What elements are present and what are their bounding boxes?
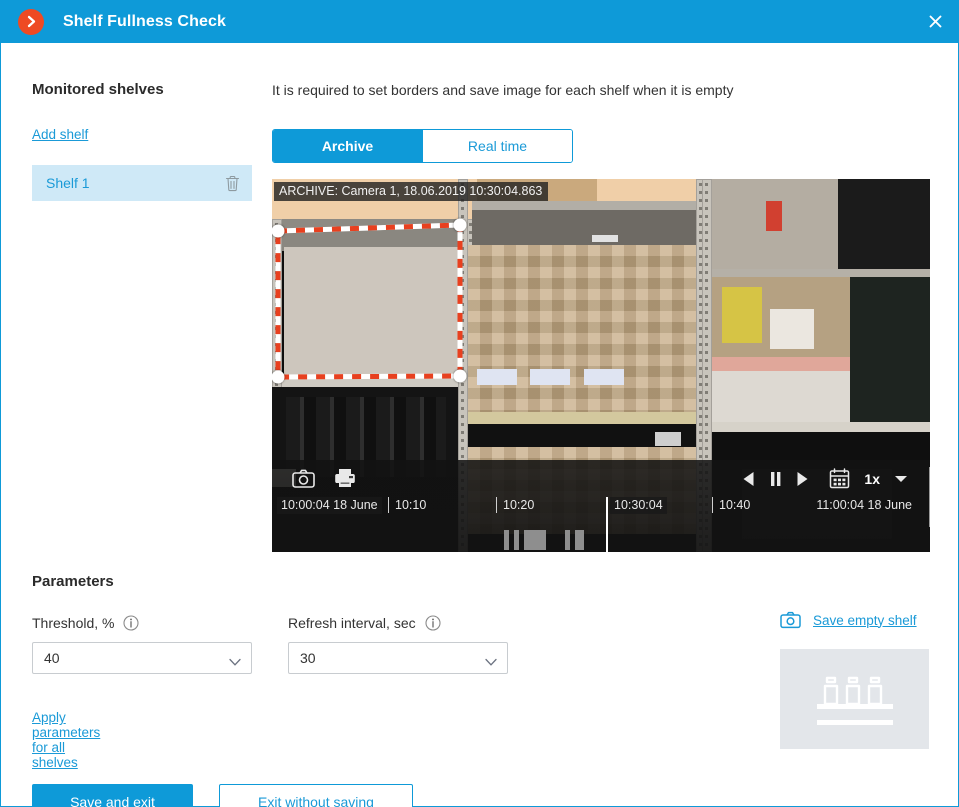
archive-timestamp-overlay: ARCHIVE: Camera 1, 18.06.2019 10:30:04.8…: [274, 182, 549, 201]
refresh-interval-value: 30: [300, 650, 316, 666]
save-and-exit-button[interactable]: Save and exit: [32, 784, 193, 807]
close-button[interactable]: [912, 0, 958, 43]
refresh-interval-label: Refresh interval, sec: [288, 615, 416, 631]
timeline-tick-label-2: 10:20: [503, 498, 535, 512]
save-empty-shelf-row: Save empty shelf: [780, 611, 917, 629]
timeline-segment: [565, 530, 570, 550]
timeline-segment: [575, 530, 584, 550]
threshold-select[interactable]: 40: [32, 642, 252, 674]
shelf-with-bottles-icon: [807, 666, 903, 733]
camera-icon[interactable]: [292, 469, 315, 488]
parameters-section: Parameters Threshold, % 40 Refresh inter…: [32, 573, 508, 770]
info-icon[interactable]: [425, 615, 441, 631]
parameters-title: Parameters: [32, 573, 114, 590]
timeline-segment: [514, 530, 519, 550]
refresh-interval-field: Refresh interval, sec 30: [288, 615, 508, 674]
timeline-tick: [496, 497, 497, 513]
instruction-text: It is required to set borders and save i…: [272, 82, 734, 98]
threshold-value: 40: [44, 650, 60, 666]
selection-handle-bottom-right[interactable]: [453, 369, 467, 383]
refresh-interval-select[interactable]: 30: [288, 642, 508, 674]
playback-speed-label[interactable]: 1x: [864, 471, 880, 487]
timeline-segment: [524, 530, 546, 550]
selection-handle-top-right[interactable]: [453, 218, 467, 232]
timeline-end-label: 11:00:04 18 June: [816, 498, 912, 512]
printer-icon[interactable]: [334, 468, 356, 488]
threshold-label: Threshold, %: [32, 615, 115, 631]
timeline-end-marker: [929, 467, 930, 527]
app-logo-icon: [18, 8, 44, 35]
add-shelf-link[interactable]: Add shelf: [32, 127, 88, 142]
tab-archive[interactable]: Archive: [273, 130, 422, 162]
calendar-icon[interactable]: [829, 468, 850, 489]
monitored-shelves-panel: Monitored shelves Add shelf Shelf 1: [32, 81, 252, 201]
timeline-tick-label-1: 10:10: [395, 498, 427, 512]
selection-handle-top-left[interactable]: [272, 224, 285, 238]
timeline-start-label: 10:00:04 18 June: [277, 497, 382, 514]
player-control-bar: 1x 10:00:04 18 June 10:10 10:20 10:40 11…: [272, 460, 930, 552]
source-tabs: Archive Real time: [272, 129, 573, 163]
step-forward-icon[interactable]: [796, 471, 809, 487]
window-title: Shelf Fullness Check: [63, 12, 226, 30]
player-right-controls: 1x: [742, 468, 908, 489]
timeline-tick-label-3: 10:40: [719, 498, 751, 512]
save-empty-shelf-link[interactable]: Save empty shelf: [813, 613, 917, 628]
dialog-footer: Save and exit Exit without saving: [32, 784, 413, 807]
timeline-tick: [712, 497, 713, 513]
threshold-field: Threshold, % 40: [32, 615, 252, 674]
timeline-segment: [504, 530, 509, 550]
apply-parameters-link[interactable]: Apply parameters for all shelves: [32, 710, 114, 770]
chevron-down-icon: [485, 654, 497, 670]
empty-shelf-preview: [780, 649, 929, 749]
title-bar: Shelf Fullness Check: [1, 0, 958, 43]
timeline-tick: [388, 497, 389, 513]
camera-icon[interactable]: [780, 611, 801, 629]
player-left-controls: [292, 468, 356, 488]
exit-without-saving-button[interactable]: Exit without saving: [219, 784, 413, 807]
timeline-playhead-label: 10:30:04: [610, 497, 667, 514]
info-icon[interactable]: [123, 615, 140, 631]
shelf-item-label: Shelf 1: [46, 175, 90, 191]
dialog-body: Monitored shelves Add shelf Shelf 1 It i…: [1, 43, 958, 807]
pause-icon[interactable]: [769, 471, 782, 487]
step-backward-icon[interactable]: [742, 471, 755, 487]
main-panel: It is required to set borders and save i…: [272, 81, 930, 552]
threshold-label-row: Threshold, %: [32, 615, 252, 631]
chevron-down-icon: [229, 654, 241, 670]
refresh-label-row: Refresh interval, sec: [288, 615, 508, 631]
archive-timeline[interactable]: 10:00:04 18 June 10:10 10:20 10:40 11:00…: [272, 467, 930, 552]
list-item-shelf-1[interactable]: Shelf 1: [32, 165, 252, 201]
timeline-playhead[interactable]: [606, 497, 608, 552]
video-preview[interactable]: ARCHIVE: Camera 1, 18.06.2019 10:30:04.8…: [272, 179, 930, 552]
tab-real-time[interactable]: Real time: [422, 130, 572, 162]
trash-icon[interactable]: [225, 175, 240, 192]
monitored-shelves-title: Monitored shelves: [32, 81, 164, 98]
chevron-down-icon[interactable]: [894, 474, 908, 484]
shelf-list: Shelf 1: [32, 165, 252, 201]
shelf-fullness-check-window: Shelf Fullness Check Monitored shelves A…: [0, 0, 959, 807]
selection-handle-bottom-left[interactable]: [272, 370, 285, 384]
